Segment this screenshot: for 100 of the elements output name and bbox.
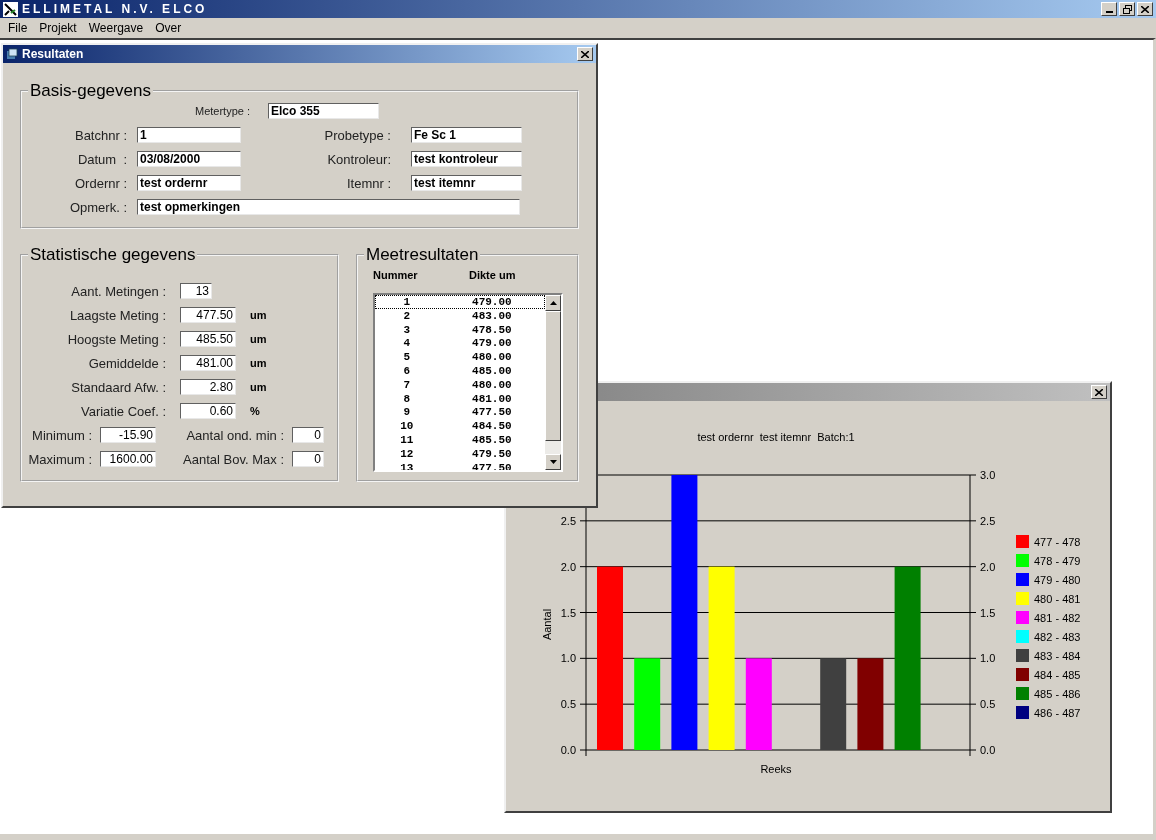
axis-tick-label: 2.5 <box>980 514 996 527</box>
chart-title: test ordernr test itemnr Batch:1 <box>697 431 855 443</box>
field-label: Aant. Metingen : <box>70 283 166 299</box>
list-row[interactable]: 9 477.50 <box>375 405 545 420</box>
legend-label: 478 - 479 <box>1034 555 1081 567</box>
up-arrow-icon <box>549 301 557 305</box>
app-icon <box>3 1 18 17</box>
menu-item[interactable]: File <box>2 21 34 35</box>
unit-label: um <box>250 309 267 321</box>
field-label: Opmerk. : <box>68 199 127 215</box>
group-title: Meetresultaten <box>365 245 480 265</box>
legend-label: 481 - 482 <box>1034 612 1081 624</box>
down-arrow-icon <box>549 460 557 464</box>
field-label: Maximum : <box>27 451 92 467</box>
window-icon <box>6 48 18 60</box>
value-field[interactable]: 0 <box>292 427 324 443</box>
field-label: Kontroleur: <box>326 151 391 167</box>
menu-item[interactable]: Over <box>149 21 188 35</box>
legend-label: 486 - 487 <box>1034 707 1081 719</box>
list-row[interactable]: 4 479.00 <box>375 336 545 351</box>
close-button[interactable] <box>577 47 593 61</box>
value-field[interactable]: 13 <box>180 283 212 299</box>
axis-tick-label: 0.5 <box>560 698 576 711</box>
field-label: Datum : <box>76 151 127 167</box>
list-row[interactable]: 5 480.00 <box>375 350 545 364</box>
field-label: Minimum : <box>31 427 92 443</box>
column-header: Nummer <box>373 269 419 281</box>
list-row[interactable]: 13 477.50 <box>375 460 545 470</box>
axis-label: Aantal <box>541 608 553 641</box>
axis-tick-label: 0.5 <box>980 698 996 711</box>
metertype-field[interactable]: Elco 355 <box>268 103 379 119</box>
unit-label: um <box>250 333 267 345</box>
value-field[interactable]: -15.90 <box>100 427 156 443</box>
remark-field[interactable]: test opmerkingen <box>137 199 520 215</box>
legend-label: 477 - 478 <box>1034 536 1081 548</box>
list-row[interactable]: 11 485.50 <box>375 432 545 447</box>
window-title: Resultaten <box>22 47 84 61</box>
column-header: Dikte um <box>469 269 517 281</box>
axis-tick-label: 1.0 <box>560 652 576 665</box>
axis-tick-label: 2.0 <box>980 560 996 573</box>
close-button[interactable] <box>1091 385 1107 399</box>
menu-item[interactable]: Projekt <box>33 21 83 35</box>
list-row[interactable]: 2 483.00 <box>375 308 545 323</box>
field-label: Probetype : <box>323 127 391 143</box>
field-label: Laagste Meting : <box>68 307 166 323</box>
axis-tick-label: 2.5 <box>560 514 576 527</box>
field-label: Hoogste Meting : <box>66 331 166 347</box>
restore-icon <box>1122 4 1132 14</box>
axis-tick-label: 1.5 <box>560 606 576 619</box>
legend-label: 482 - 483 <box>1034 631 1081 643</box>
text-field[interactable]: 03/08/2000 <box>137 151 241 167</box>
field-label: Aantal ond. min : <box>185 427 284 443</box>
list-row[interactable]: 7 480.00 <box>375 377 545 392</box>
text-field[interactable]: test ordernr <box>137 175 241 191</box>
value-field[interactable]: 0.60 <box>180 403 236 419</box>
close-icon <box>581 50 589 58</box>
text-field[interactable]: test itemnr <box>411 175 522 191</box>
field-label: Aantal Bov. Max : <box>182 451 284 467</box>
value-field[interactable]: 477.50 <box>180 307 236 323</box>
legend-label: 479 - 480 <box>1034 574 1081 586</box>
app-title: ELLIMETAL N.V. ELCO <box>22 2 208 16</box>
text-field[interactable]: Fe Sc 1 <box>411 127 522 143</box>
text-field[interactable]: 1 <box>137 127 241 143</box>
close-icon <box>1141 5 1149 13</box>
axis-label: Reeks <box>760 763 792 775</box>
field-label: Batchnr : <box>73 127 127 143</box>
group-title: Basis-gegevens <box>29 81 152 101</box>
field-label: Metertype : <box>193 105 250 117</box>
field-label: Itemnr : <box>345 175 391 191</box>
axis-tick-label: 0.0 <box>980 744 996 756</box>
axis-tick-label: 3.0 <box>980 469 996 481</box>
list-row[interactable]: 10 484.50 <box>375 419 545 433</box>
unit-label: % <box>250 405 260 417</box>
field-label: Variatie Coef. : <box>79 403 166 419</box>
scrollbar[interactable] <box>545 295 561 470</box>
legend-label: 484 - 485 <box>1034 669 1081 681</box>
minimize-button[interactable] <box>1101 2 1117 16</box>
legend-label: 483 - 484 <box>1034 650 1081 662</box>
list-row[interactable]: 8 481.00 <box>375 391 545 406</box>
axis-tick-label: 1.0 <box>980 652 996 665</box>
legend-label: 485 - 486 <box>1034 688 1081 700</box>
text-field[interactable]: test kontroleur <box>411 151 522 167</box>
list-row[interactable]: 3 478.50 <box>375 322 545 337</box>
close-button[interactable] <box>1137 2 1153 16</box>
menu-item[interactable]: Weergave <box>82 21 150 35</box>
axis-tick-label: 1.5 <box>980 606 996 619</box>
axis-tick-label: 0.0 <box>560 744 576 756</box>
list-row[interactable]: 6 485.00 <box>375 364 545 378</box>
value-field[interactable]: 0 <box>292 451 324 467</box>
unit-label: um <box>250 357 267 369</box>
close-icon <box>1095 388 1103 396</box>
restore-button[interactable] <box>1119 2 1135 16</box>
list-row[interactable]: 12 479.50 <box>375 446 545 461</box>
value-field[interactable]: 481.00 <box>180 355 236 371</box>
field-label: Gemiddelde : <box>87 355 166 371</box>
value-field[interactable]: 2.80 <box>180 379 236 395</box>
value-field[interactable]: 1600.00 <box>100 451 156 467</box>
value-field[interactable]: 485.50 <box>180 331 236 347</box>
list-row[interactable]: 1 479.00 <box>375 295 545 309</box>
group-title: Statistische gegevens <box>29 245 197 265</box>
